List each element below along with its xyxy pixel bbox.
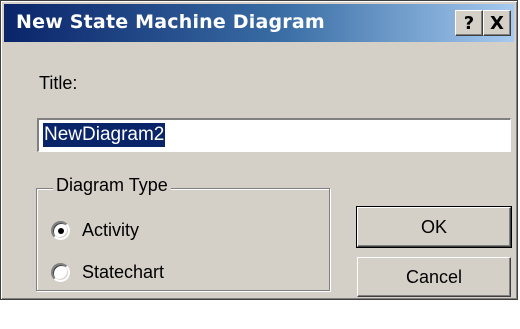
radio-activity-circle[interactable]	[51, 220, 70, 240]
title-label: Title:	[39, 73, 78, 93]
title-bar[interactable]: New State Machine Diagram ? X	[4, 4, 514, 42]
title-input-value: NewDiagram2	[41, 122, 167, 148]
ok-button[interactable]: OK	[356, 206, 512, 248]
radio-statechart-circle[interactable]	[51, 262, 70, 282]
window-title: New State Machine Diagram	[16, 11, 325, 33]
radio-statechart[interactable]: Statechart	[51, 259, 164, 285]
close-button[interactable]: X	[483, 10, 511, 36]
radio-selected-dot-icon	[58, 227, 64, 234]
radio-activity-label[interactable]: Activity	[82, 220, 139, 241]
dialog-window: New State Machine Diagram ? X Title: New…	[0, 0, 518, 300]
radio-activity[interactable]: Activity	[51, 217, 139, 243]
diagram-type-legend: Diagram Type	[53, 175, 171, 196]
radio-statechart-label[interactable]: Statechart	[82, 262, 164, 283]
cancel-button[interactable]: Cancel	[357, 257, 511, 297]
title-input[interactable]: NewDiagram2	[37, 118, 511, 152]
help-button[interactable]: ?	[455, 10, 483, 36]
